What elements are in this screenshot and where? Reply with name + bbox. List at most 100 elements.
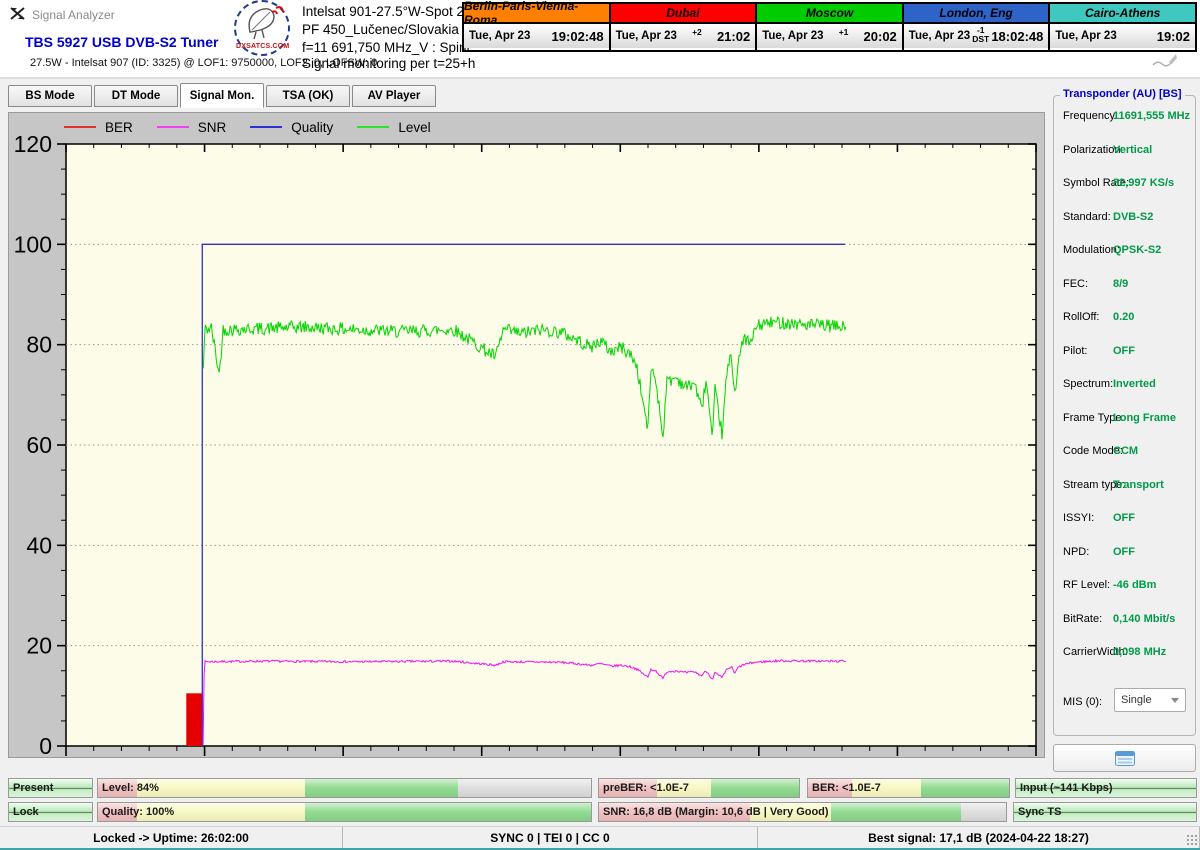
legend-line-quality [250,126,282,128]
tp-label-5: FEC: [1063,278,1088,290]
meter-lock: Lock [8,802,93,822]
mode-tabs: BS ModeDT ModeSignal Mon.TSA (OK)AV Play… [8,85,438,109]
status-best-signal: Best signal: 17,1 dB (2024-04-22 18:27) [758,827,1200,849]
statusbar: Locked -> Uptime: 26:02:00 SYNC 0 | TEI … [0,826,1200,848]
clock-body: Tue, Apr 23 19:02 [1050,24,1195,48]
chart-legend: BERSNRQualityLevel [64,118,455,136]
clock-date: Tue, Apr 23 [762,30,823,42]
satellite-dish-icon [236,2,288,42]
tp-value-1: Vertical [1113,144,1152,156]
ber-bar [186,693,202,746]
ts-list-icon [1115,751,1135,766]
clock-body: Tue, Apr 23+120:02 [757,24,902,48]
clock-cairo-athens: Cairo-Athens Tue, Apr 23 19:02 [1048,2,1197,52]
feed-line-2: PF 450_Lučenec/Slovakia [302,21,470,39]
meter-label: preBER: <1.0E-7 [603,782,689,794]
tab-av-player[interactable]: AV Player [352,85,436,107]
clock-utc-offset: +2 [692,28,702,36]
tp-value-7: OFF [1113,345,1135,357]
tp-label-3: Standard: [1063,211,1111,223]
legend-label-ber: BER [105,120,133,135]
clock-date: Tue, Apr 23 [469,30,530,42]
tp-value-9: Long Frame [1113,412,1176,424]
app-icon [9,6,26,23]
clock-moscow: MoscowTue, Apr 23+120:02 [755,2,904,52]
tp-value-0: 11691,555 MHz [1113,110,1190,122]
tp-label-6: RollOff: [1063,311,1099,323]
resize-grip[interactable] [1186,834,1198,846]
tp-value-13: OFF [1113,546,1135,558]
clock-city-label: London, Eng [904,4,1049,24]
ytick-label-60: 60 [26,432,52,458]
ytick-label-0: 0 [39,733,52,757]
ts-list-button[interactable] [1053,744,1196,772]
tp-value-6: 0.20 [1113,311,1134,323]
legend-label-snr: SNR [198,120,227,135]
signal-analyzer-window: Signal Analyzer TBS 5927 USB DVB-S2 Tune… [0,0,1200,850]
tab-dt-mode[interactable]: DT Mode [94,85,178,107]
clock-city-label: Moscow [757,4,902,24]
meter-preber: preBER: <1.0E-7 [598,778,800,798]
tp-value-15: 0,140 Mbit/s [1113,613,1175,625]
clock-body: Tue, Apr 23+221:02 [611,24,756,48]
mis-select[interactable]: Single [1114,688,1186,712]
tp-value-3: DVB-S2 [1113,211,1153,223]
mis-label: MIS (0): [1063,696,1102,708]
meter-sync-ts: Sync TS [1013,802,1197,822]
meter-label: Input (~141 Kbps) [1020,782,1113,794]
ytick-label-20: 20 [26,633,52,659]
clock-london-eng: London, EngTue, Apr 23-1DST18:02:48 [902,2,1051,52]
chevron-down-icon [1171,698,1179,703]
feed-info: Intelsat 901-27.5°W-Spot 2 PF 450_Lučene… [302,3,470,57]
signal-chart: 020406080100120 [9,113,1044,757]
tp-value-2: 82,997 KS/s [1113,177,1174,189]
meter-snr: SNR: 16,8 dB (Margin: 10,6 dB | Very Goo… [598,802,1007,822]
feed-line-3: f=11 691,750 MHz_V : Spirit [302,39,470,57]
clock-berlin-paris-vienna-roma: Berlin-Paris-Vienna-RomaTue, Apr 2319:02… [462,2,611,52]
meter-label: SNR: 16,8 dB (Margin: 10,6 dB | Very Goo… [603,806,829,818]
tab-bs-mode[interactable]: BS Mode [8,85,92,107]
ytick-label-100: 100 [14,231,52,257]
clock-body: Tue, Apr 23 19:02:48 [464,24,609,48]
clock-city-label: Dubai [611,4,756,24]
tab-signal-mon-[interactable]: Signal Mon. [180,83,264,108]
clock-time: 19:02:48 [552,29,604,44]
tp-value-14: -46 dBm [1113,579,1156,591]
mis-selected-value: Single [1121,694,1152,706]
tp-label-7: Pilot: [1063,345,1087,357]
tp-value-5: 8/9 [1113,278,1128,290]
clock-city-label: Cairo-Athens [1050,4,1195,24]
tuner-name: TBS 5927 USB DVB-S2 Tuner [25,34,218,50]
meter-quality: Quality: 100% [97,802,592,822]
window-title: Signal Analyzer [32,8,115,22]
meter-level: Level: 84% [97,778,592,798]
tp-label-8: Spectrum: [1063,378,1113,390]
clock-time: 19:02 [1157,29,1190,44]
chart-panel: BERSNRQualityLevel 020406080100120 [8,112,1045,758]
tp-value-16: 0,098 MHz [1113,646,1166,658]
clock-time: 18:02:48 [991,29,1043,44]
tp-value-12: OFF [1113,512,1135,524]
clock-time: 20:02 [864,29,897,44]
tp-label-13: NPD: [1063,546,1089,558]
world-clocks: Berlin-Paris-Vienna-RomaTue, Apr 2319:02… [462,2,1197,52]
meter-label: Present [13,782,53,794]
tp-value-11: Transport [1113,479,1164,491]
tp-label-4: Modulation: [1063,244,1120,256]
tp-label-15: BitRate: [1063,613,1102,625]
meter-label: Level: 84% [102,782,159,794]
legend-line-ber [64,126,96,128]
tab-tsa-ok-[interactable]: TSA (OK) [266,85,350,107]
clock-body: Tue, Apr 23-1DST18:02:48 [904,24,1049,48]
clock-time: 21:02 [717,29,750,44]
dxsatcs-logo: DXSATCS.COM [234,0,290,56]
transponder-panel-title: Transponder (AU) [BS] [1060,88,1185,100]
meter-label: BER: <1.0E-7 [812,782,881,794]
meter-input: Input (~141 Kbps) [1015,778,1197,798]
ytick-label-40: 40 [26,532,52,558]
clock-date: Tue, Apr 23 [1055,30,1116,42]
status-sync: SYNC 0 | TEI 0 | CC 0 [343,827,758,849]
meter-label: Lock [13,806,39,818]
legend-line-snr [157,126,189,128]
tp-label-14: RF Level: [1063,579,1110,591]
